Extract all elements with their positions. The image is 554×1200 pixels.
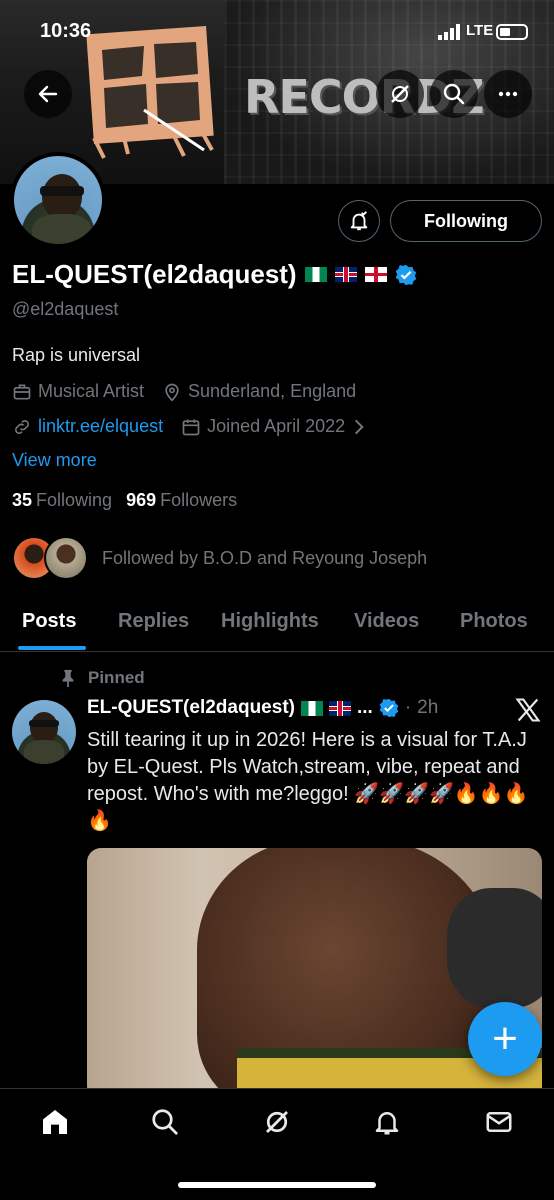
explore-icon — [152, 1109, 178, 1135]
search-icon — [443, 83, 465, 105]
video-glove — [447, 888, 542, 1008]
follow-counts: 35 Following 969 Followers — [12, 490, 237, 511]
profile-meta-row-1: Musical Artist Sunderland, England — [12, 381, 356, 402]
following-button[interactable]: Following — [390, 200, 542, 242]
profile-meta-row-2: linktr.ee/elquest Joined April 2022 — [12, 416, 367, 437]
display-name: EL-QUEST(el2daquest) — [12, 259, 297, 289]
network-label: LTE — [466, 22, 494, 39]
following-count-link[interactable]: 35 Following — [12, 490, 112, 511]
grok-button[interactable] — [376, 70, 424, 118]
profile-tabs: Posts Replies Highlights Videos Photos — [0, 598, 554, 652]
nav-explore[interactable] — [148, 1105, 182, 1139]
profile-location: Sunderland, England — [188, 381, 357, 401]
post-time: 2h — [417, 697, 439, 718]
post-text: Still tearing it up in 2026! Here is a v… — [87, 729, 529, 832]
pinned-label: Pinned — [88, 668, 145, 687]
post-avatar-sunglasses — [29, 720, 59, 727]
verified-badge-icon[interactable] — [395, 264, 417, 286]
nav-home[interactable] — [38, 1105, 72, 1139]
post-nigeria-flag-icon — [300, 700, 323, 716]
pinned-indicator: Pinned — [60, 668, 145, 688]
profile-name-row: EL-QUEST(el2daquest) — [12, 259, 417, 290]
messages-icon — [486, 1112, 512, 1132]
followers-count: 969 — [126, 490, 157, 510]
compose-post-button[interactable]: + — [468, 1002, 542, 1076]
profile-category: Musical Artist — [38, 381, 145, 401]
post-avatar-body — [24, 740, 64, 764]
post-name-ellipsis: ... — [356, 697, 373, 718]
post-uk-flag-icon — [328, 700, 351, 716]
more-icon — [498, 91, 518, 97]
tab-videos[interactable]: Videos — [354, 610, 419, 633]
avatar-sunglasses — [40, 186, 84, 196]
notification-subscribe-button[interactable] — [338, 200, 380, 242]
more-button[interactable] — [484, 70, 532, 118]
profile-avatar[interactable] — [10, 152, 106, 248]
england-flag-icon — [364, 267, 387, 282]
nav-grok[interactable] — [260, 1105, 294, 1139]
following-count: 35 — [12, 490, 33, 510]
active-tab-indicator — [18, 646, 86, 650]
back-arrow-icon — [38, 85, 58, 103]
profile-joined-date: Joined April 2022 — [207, 416, 346, 436]
uk-flag-icon — [334, 267, 357, 282]
notifications-icon — [375, 1112, 399, 1135]
home-indicator[interactable] — [178, 1182, 376, 1188]
followers-count-link[interactable]: 969 Followers — [126, 490, 237, 511]
chevron-right-icon[interactable] — [351, 417, 367, 437]
pin-icon — [62, 669, 74, 687]
following-label: Following — [36, 490, 113, 510]
post-verified-badge-icon — [379, 698, 399, 718]
briefcase-icon — [13, 384, 31, 399]
status-bar: 10:36 LTE — [0, 18, 554, 48]
avatar-body — [32, 214, 92, 244]
location-pin-icon — [165, 383, 179, 402]
post-video-thumbnail[interactable] — [87, 848, 542, 1100]
battery-icon — [496, 24, 528, 40]
calendar-icon — [182, 419, 200, 435]
post-author-avatar[interactable] — [12, 700, 76, 764]
nav-notifications[interactable] — [370, 1105, 404, 1139]
followed-by-text: Followed by B.O.D and Reyoung Joseph — [102, 547, 428, 568]
profile-bio: Rap is universal — [12, 345, 141, 365]
followed-by-row[interactable]: Followed by B.O.D and Reyoung Joseph — [12, 536, 427, 580]
followers-label: Followers — [160, 490, 238, 510]
link-icon — [15, 419, 29, 434]
nigeria-flag-icon — [304, 267, 327, 282]
profile-website-link[interactable]: linktr.ee/elquest — [38, 416, 163, 437]
status-time: 10:36 — [40, 20, 92, 42]
view-more-link[interactable]: View more — [12, 450, 97, 471]
notification-bell-icon — [350, 211, 368, 231]
tab-highlights[interactable]: Highlights — [221, 610, 319, 633]
post-header: EL-QUEST(el2daquest) ... · 2h — [87, 697, 438, 719]
home-icon — [43, 1110, 67, 1134]
profile-handle: @el2daquest — [12, 299, 119, 319]
post-author-name[interactable]: EL-QUEST(el2daquest) — [87, 697, 295, 719]
signal-icon — [438, 24, 460, 40]
tab-photos[interactable]: Photos — [460, 610, 528, 633]
tab-posts[interactable]: Posts — [22, 610, 76, 633]
x-logo-icon[interactable] — [514, 696, 542, 724]
follower-avatar-2 — [44, 536, 88, 580]
search-button[interactable] — [430, 70, 478, 118]
tab-replies[interactable]: Replies — [118, 610, 189, 633]
nav-messages[interactable] — [482, 1105, 516, 1139]
back-button[interactable] — [24, 70, 72, 118]
post-separator: · — [404, 697, 412, 718]
grok-nav-icon — [266, 1111, 288, 1133]
grok-icon — [391, 85, 409, 103]
